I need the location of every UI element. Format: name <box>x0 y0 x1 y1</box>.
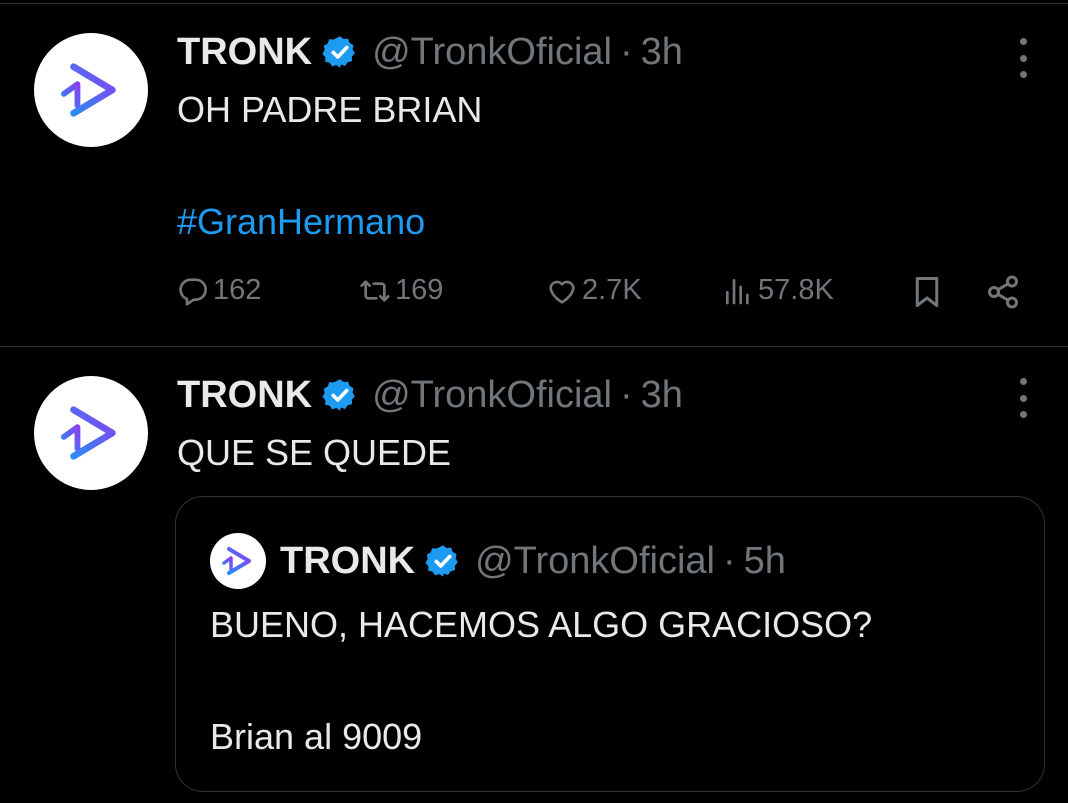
handle[interactable]: @TronkOficial <box>372 30 612 74</box>
repost-button[interactable]: 169 <box>359 274 443 307</box>
quoted-avatar <box>210 533 266 589</box>
view-count: 57.8K <box>758 274 834 306</box>
display-name[interactable]: TRONK <box>177 373 312 417</box>
quoted-tweet-text: BUENO, HACEMOS ALGO GRACIOSO? <box>210 604 873 645</box>
quoted-handle: @TronkOficial <box>475 540 715 582</box>
quoted-tweet-text: Brian al 9009 <box>210 716 423 757</box>
tweet-text: OH PADRE BRIAN <box>177 89 483 130</box>
verified-badge-icon <box>322 379 355 411</box>
views-button[interactable]: 57.8K <box>722 274 834 307</box>
reply-count: 162 <box>213 274 262 306</box>
quoted-tweet-header: TRONK @TronkOficial · 5h <box>210 533 786 589</box>
display-name[interactable]: TRONK <box>177 30 312 74</box>
tronk-logo-icon <box>222 547 251 575</box>
tronk-logo-icon <box>60 406 116 460</box>
tweet-text: QUE SE QUEDE <box>177 432 452 473</box>
verified-badge-icon <box>425 545 458 577</box>
tweet-actions: 162 169 2.7K 57.8K <box>177 274 1037 318</box>
tweet[interactable]: TRONK @TronkOficial · 3h OH PADRE BRIAN … <box>0 0 1068 346</box>
timestamp[interactable]: 3h <box>641 373 683 417</box>
heart-icon <box>549 280 575 304</box>
reply-icon <box>179 277 207 306</box>
avatar[interactable] <box>34 33 148 147</box>
repost-icon <box>360 279 390 302</box>
avatar[interactable] <box>34 376 148 490</box>
quoted-display-name: TRONK <box>280 540 416 582</box>
more-options-icon[interactable] <box>1012 38 1034 78</box>
views-chart-icon <box>726 278 749 304</box>
timestamp[interactable]: 3h <box>641 30 683 74</box>
bookmark-button[interactable] <box>909 274 949 310</box>
separator-dot: · <box>619 374 633 416</box>
quoted-tweet-card[interactable]: TRONK @TronkOficial · 5h BUENO, HACEMOS … <box>175 496 1045 792</box>
like-button[interactable]: 2.7K <box>546 274 642 307</box>
reply-button[interactable]: 162 <box>177 274 261 307</box>
hashtag-link[interactable]: #GranHermano <box>177 202 425 242</box>
separator-dot: · <box>722 540 736 582</box>
bookmark-icon <box>915 277 939 307</box>
share-button[interactable] <box>985 274 1025 310</box>
tweet-header: TRONK @TronkOficial · 3h <box>177 30 683 74</box>
share-icon <box>988 275 1018 309</box>
more-options-icon[interactable] <box>1012 378 1034 418</box>
quoted-timestamp: 5h <box>743 540 786 582</box>
tweet-header: TRONK @TronkOficial · 3h <box>177 373 683 417</box>
separator-dot: · <box>619 31 633 73</box>
verified-badge-icon <box>322 36 355 68</box>
like-count: 2.7K <box>582 274 642 306</box>
repost-count: 169 <box>395 274 444 306</box>
handle[interactable]: @TronkOficial <box>372 373 612 417</box>
tronk-logo-icon <box>60 63 116 117</box>
